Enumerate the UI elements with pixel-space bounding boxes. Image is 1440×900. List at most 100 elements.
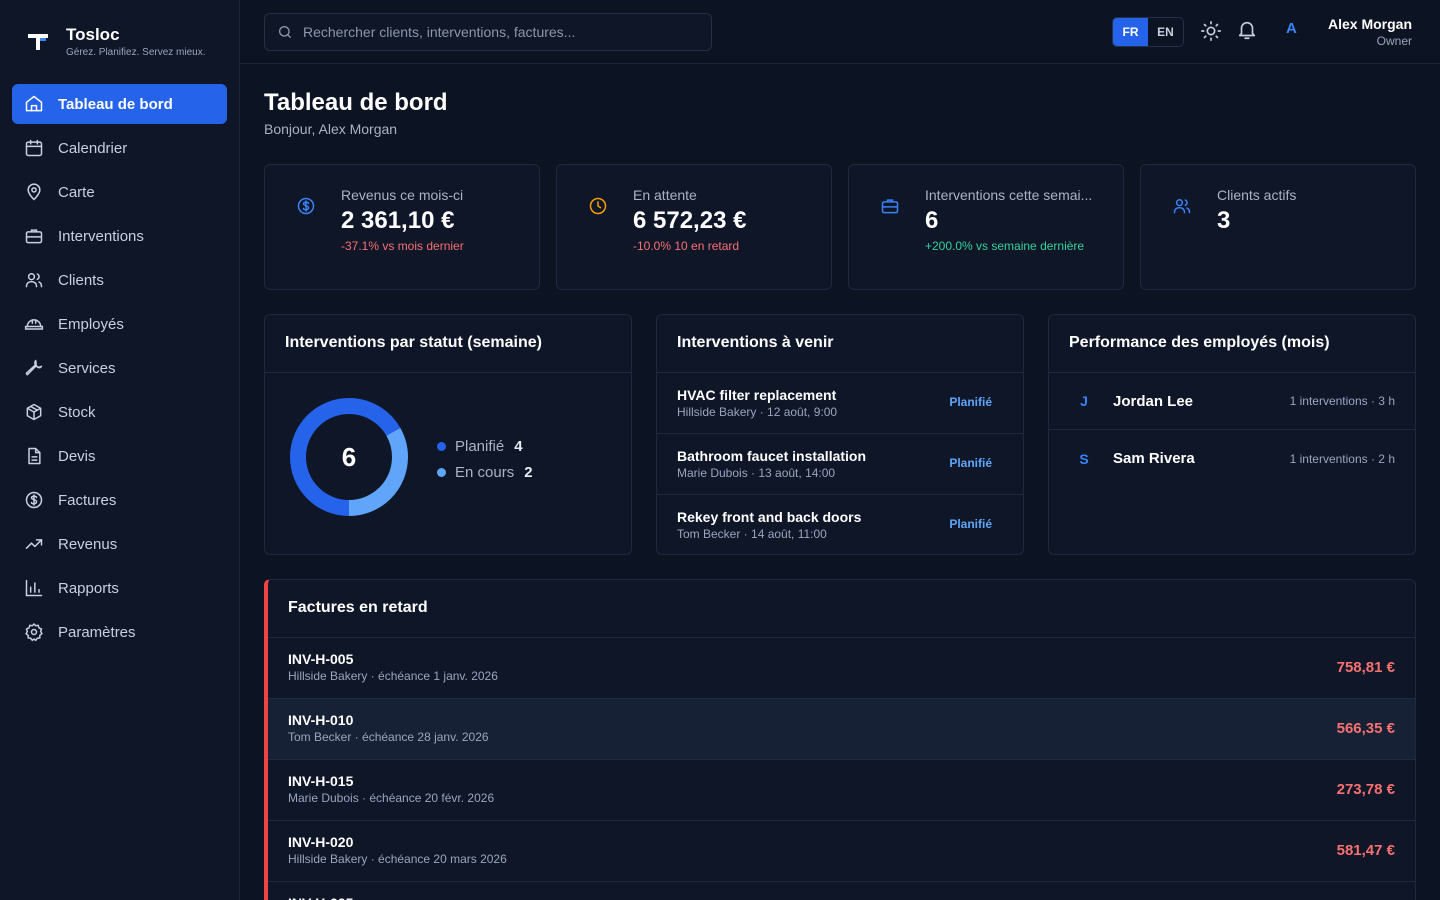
list-item[interactable]: HVAC filter replacement Hillside Bakery … xyxy=(657,373,1023,434)
sidebar-item-label: Employés xyxy=(58,315,124,333)
sidebar-item-settings[interactable]: Paramètres xyxy=(12,612,227,652)
employee-stat: 1 interventions · 2 h xyxy=(1289,451,1395,466)
gear-icon xyxy=(25,623,43,642)
legend-value: 2 xyxy=(524,463,533,481)
briefcase-icon xyxy=(881,199,899,214)
sidebar-item-dashboard[interactable]: Tableau de bord xyxy=(12,84,227,124)
list-item[interactable]: Rekey front and back doors Tom Becker · … xyxy=(657,495,1023,554)
user-role: Owner xyxy=(1376,34,1412,48)
dollar-circle-icon xyxy=(297,197,315,215)
employee-stat: 1 interventions · 3 h xyxy=(1289,394,1395,408)
legend-item: En cours 2 xyxy=(437,459,533,485)
avatar: S xyxy=(1079,450,1089,467)
invoice-amount: 581,47 € xyxy=(1336,842,1395,859)
legend-label: En cours xyxy=(455,463,515,481)
stat-value: 6 572,23 € xyxy=(633,207,747,234)
search-input[interactable] xyxy=(303,24,703,40)
table-row[interactable]: INV-H-015 Marie Dubois · échéance 20 fév… xyxy=(268,760,1415,821)
list-item[interactable]: Bathroom faucet installation Marie Duboi… xyxy=(657,434,1023,495)
invoice-details: Hillside Bakery · échéance 1 janv. 2026 xyxy=(288,669,498,683)
file-icon xyxy=(28,447,41,465)
invoice-amount: 273,78 € xyxy=(1336,781,1395,798)
employee-name: Jordan Lee xyxy=(1113,392,1194,410)
sidebar-item-label: Stock xyxy=(58,403,96,421)
stat-card-interventions: Interventions cette semai... 6 +200.0% v… xyxy=(848,164,1124,290)
briefcase-icon xyxy=(25,229,43,244)
brand-tagline: Gérez. Planifiez. Servez mieux. xyxy=(66,47,206,58)
user-menu[interactable]: Alex Morgan Owner xyxy=(1328,15,1412,49)
sidebar-item-services[interactable]: Services xyxy=(12,348,227,388)
sidebar-item-revenue[interactable]: Revenus xyxy=(12,524,227,564)
sidebar-item-label: Rapports xyxy=(58,579,119,597)
overdue-invoices-panel: Factures en retard INV-H-005 Hillside Ba… xyxy=(264,579,1416,900)
topbar: FR EN A Alex Morgan Owner xyxy=(240,0,1440,64)
bar-chart-icon xyxy=(25,579,43,597)
stat-delta: -37.1% vs mois dernier xyxy=(341,239,464,253)
legend-dot xyxy=(437,441,446,451)
calendar-icon xyxy=(25,139,43,157)
list-item[interactable]: J Jordan Lee 1 interventions · 3 h xyxy=(1049,373,1415,430)
brand[interactable]: Tosloc Gérez. Planifiez. Servez mieux. xyxy=(26,24,206,60)
legend-dot xyxy=(437,467,446,477)
sidebar-item-label: Carte xyxy=(58,183,95,201)
lang-fr-button[interactable]: FR xyxy=(1113,18,1148,46)
bell-icon[interactable] xyxy=(1236,19,1258,41)
sidebar-item-invoices[interactable]: Factures xyxy=(12,480,227,520)
sidebar-item-label: Clients xyxy=(58,271,104,289)
sidebar-item-label: Factures xyxy=(58,491,117,509)
panel-title: Interventions à venir xyxy=(657,315,1023,373)
sidebar-item-reports[interactable]: Rapports xyxy=(12,568,227,608)
dollar-circle-icon xyxy=(25,491,43,509)
hard-hat-icon xyxy=(24,319,44,330)
sidebar-item-quotes[interactable]: Devis xyxy=(12,436,227,476)
panel-title: Factures en retard xyxy=(268,580,1415,638)
stat-card-revenue: Revenus ce mois-ci 2 361,10 € -37.1% vs … xyxy=(264,164,540,290)
stat-label: Interventions cette semai... xyxy=(925,187,1093,203)
legend-item: Planifié 4 xyxy=(437,433,533,459)
lang-en-button[interactable]: EN xyxy=(1148,18,1183,46)
sidebar-item-employees[interactable]: Employés xyxy=(12,304,227,344)
table-row[interactable]: INV-H-025 xyxy=(268,882,1415,900)
avatar: J xyxy=(1080,393,1088,409)
donut-total: 6 xyxy=(341,441,357,472)
invoice-id: INV-H-025 xyxy=(288,894,1395,900)
invoice-amount: 758,81 € xyxy=(1336,659,1395,676)
table-row[interactable]: INV-H-005 Hillside Bakery · échéance 1 j… xyxy=(268,638,1415,699)
brand-name: Tosloc xyxy=(66,25,120,44)
stat-label: Clients actifs xyxy=(1217,187,1297,203)
sidebar-item-interventions[interactable]: Interventions xyxy=(12,216,227,256)
home-icon xyxy=(25,95,43,112)
map-pin-icon xyxy=(27,183,41,201)
invoice-id: INV-H-010 xyxy=(288,712,354,728)
logo-icon xyxy=(28,34,48,50)
stat-label: En attente xyxy=(633,187,697,203)
wrench-icon xyxy=(25,359,43,376)
sun-icon[interactable] xyxy=(1200,20,1222,42)
sidebar-item-clients[interactable]: Clients xyxy=(12,260,227,300)
table-row[interactable]: INV-H-020 Hillside Bakery · échéance 20 … xyxy=(268,821,1415,882)
page-title: Tableau de bord xyxy=(264,89,448,116)
invoice-id: INV-H-020 xyxy=(288,834,354,850)
sidebar-item-label: Tableau de bord xyxy=(58,95,173,113)
search-icon xyxy=(279,26,291,38)
status-panel: Interventions par statut (semaine) 6 Pla… xyxy=(264,314,632,555)
sidebar-item-map[interactable]: Carte xyxy=(12,172,227,212)
sidebar-nav: Tableau de bord Calendrier Carte Interve… xyxy=(12,84,227,656)
table-row[interactable]: INV-H-010 Tom Becker · échéance 28 janv.… xyxy=(268,699,1415,760)
list-item[interactable]: S Sam Rivera 1 interventions · 2 h xyxy=(1049,430,1415,487)
sidebar-item-label: Interventions xyxy=(58,227,144,245)
sidebar-item-stock[interactable]: Stock xyxy=(12,392,227,432)
sidebar-item-calendar[interactable]: Calendrier xyxy=(12,128,227,168)
invoice-details: Hillside Bakery · échéance 20 mars 2026 xyxy=(288,852,507,866)
language-toggle: FR EN xyxy=(1112,17,1184,47)
trending-up-icon xyxy=(25,539,43,549)
sidebar-item-label: Calendrier xyxy=(58,139,128,157)
avatar[interactable]: A xyxy=(1286,20,1297,37)
sidebar-item-label: Revenus xyxy=(58,535,118,553)
stat-card-pending: En attente 6 572,23 € -10.0% 10 en retar… xyxy=(556,164,832,290)
sidebar-item-label: Paramètres xyxy=(58,623,136,641)
stat-card-clients: Clients actifs 3 xyxy=(1140,164,1416,290)
invoice-details: Tom Becker · échéance 28 janv. 2026 xyxy=(288,730,489,744)
search-box[interactable] xyxy=(264,13,712,51)
performance-panel: Performance des employés (mois) J Jordan… xyxy=(1048,314,1416,555)
